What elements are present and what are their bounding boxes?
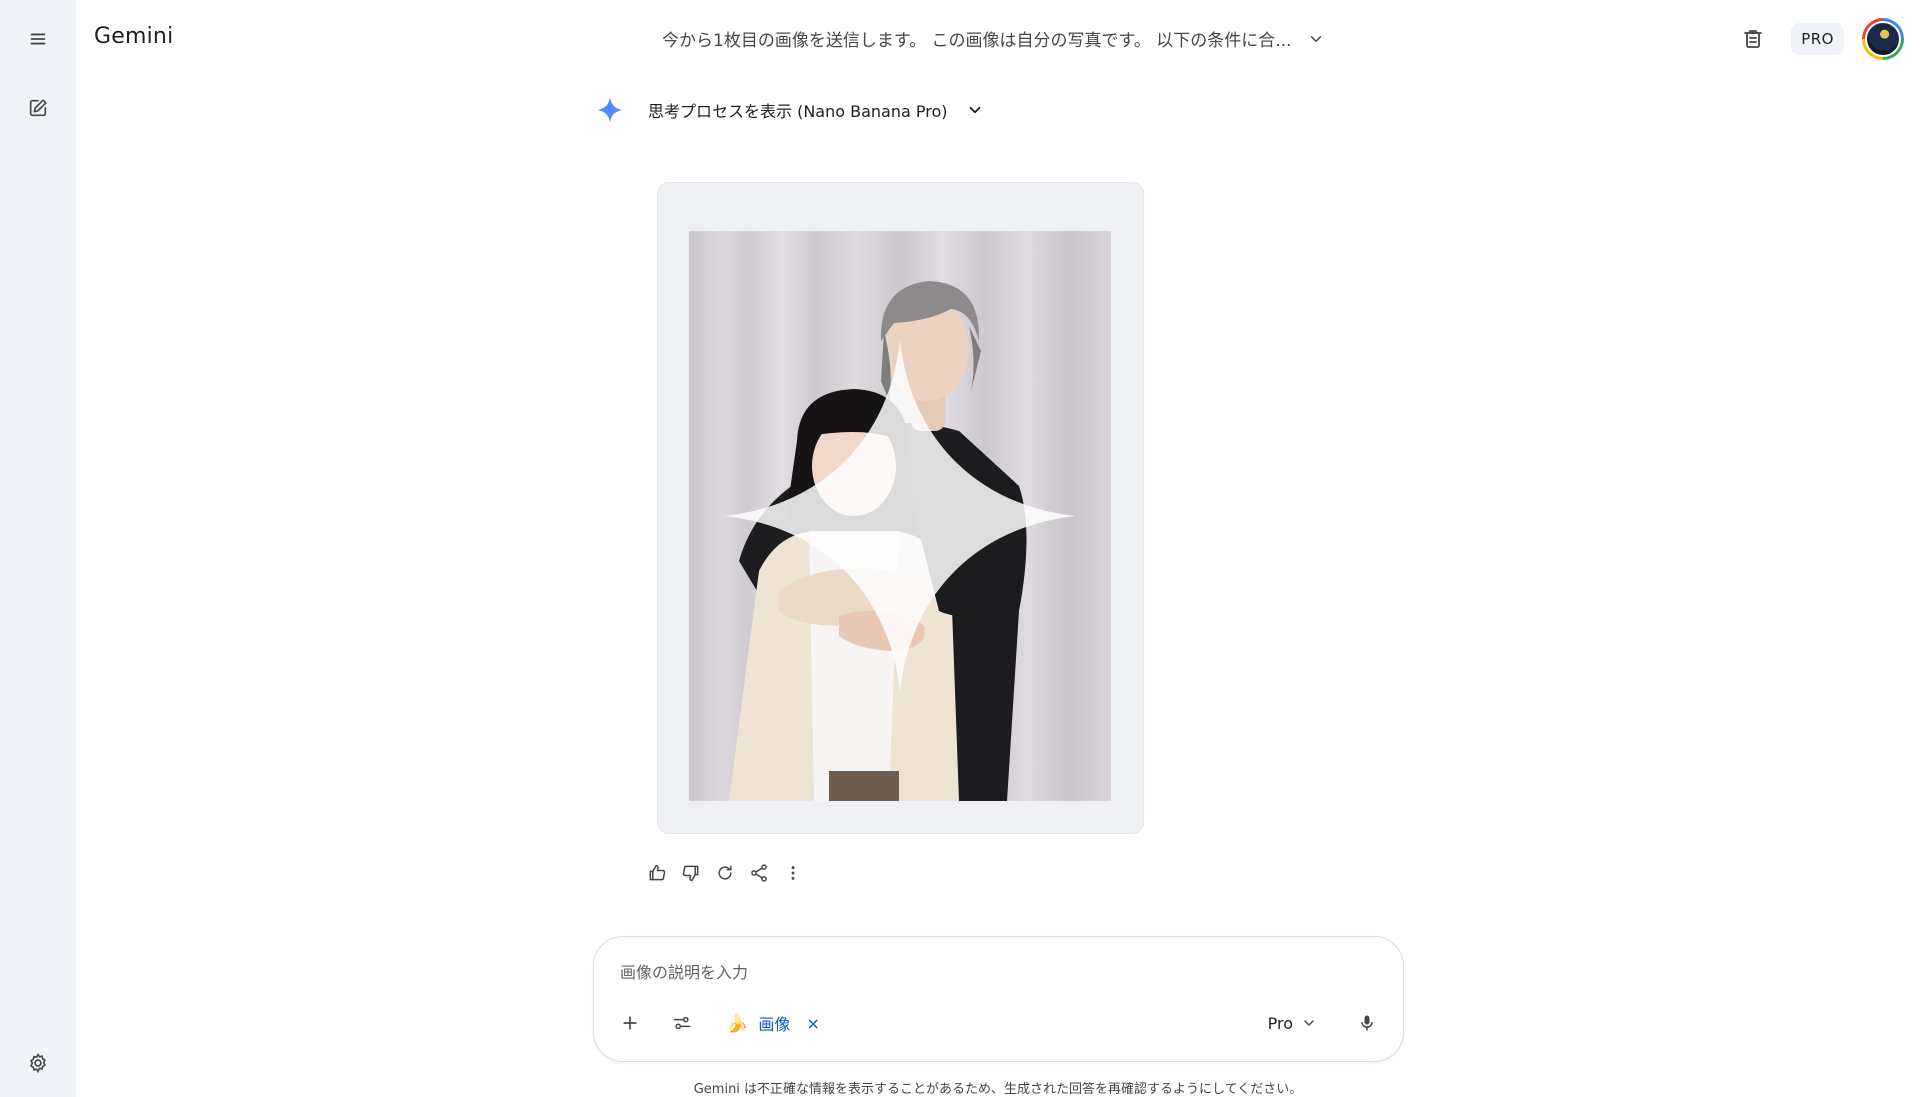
prompt-toolbar: 🍌 画像 × Pro [612, 1005, 1385, 1041]
thinking-label: 思考プロセスを表示 (Nano Banana Pro) [648, 102, 948, 121]
trash-icon [1744, 30, 1763, 48]
plus-icon [623, 1016, 637, 1030]
delete-chat-button[interactable] [1733, 19, 1773, 59]
top-bar: Gemini 今から1枚目の画像を送信します。 この画像は自分の写真です。 以下… [76, 0, 1920, 78]
good-response-button[interactable] [646, 862, 668, 884]
gemini-spark-icon [597, 97, 623, 123]
bad-response-button[interactable] [680, 862, 702, 884]
prompt-box: 🍌 画像 × Pro [593, 936, 1404, 1062]
remove-tool-button[interactable]: × [806, 1014, 819, 1033]
plan-badge: PRO [1791, 23, 1844, 55]
mic-icon [1361, 1015, 1373, 1031]
prompt-input[interactable] [620, 959, 1360, 985]
disclaimer-text: Gemini は不正確な情報を表示することがあるため、生成された回答を再確認する… [693, 1082, 1303, 1097]
chevron-down-icon [1311, 35, 1322, 42]
chevron-down-icon [969, 106, 980, 114]
side-rail [0, 0, 76, 1097]
main-menu-button[interactable] [18, 19, 58, 59]
more-options-button[interactable] [782, 862, 804, 884]
settings-button[interactable] [18, 1043, 58, 1083]
regenerate-button[interactable] [714, 862, 736, 884]
show-thinking-toggle[interactable]: 思考プロセスを表示 (Nano Banana Pro) [596, 96, 984, 124]
generated-image-card[interactable] [657, 182, 1144, 834]
more-vert-icon [791, 866, 795, 880]
edit-icon [29, 99, 47, 117]
gemini-app: Gemini 今から1枚目の画像を送信します。 この画像は自分の写真です。 以下… [0, 0, 1920, 1097]
avatar-image [1865, 21, 1901, 57]
tools-button[interactable] [664, 1005, 700, 1041]
image-tool-chip[interactable]: 🍌 画像 × [716, 1005, 830, 1041]
chevron-down-icon [1304, 1020, 1314, 1026]
response-actions [646, 862, 804, 884]
menu-icon [30, 33, 46, 45]
new-chat-button[interactable] [18, 88, 58, 128]
thumb-up-icon [649, 864, 666, 881]
share-icon [751, 864, 767, 882]
share-button[interactable] [748, 862, 770, 884]
add-attachment-button[interactable] [612, 1005, 648, 1041]
account-avatar[interactable] [1862, 18, 1904, 60]
ai-watermark-icon [724, 340, 1076, 692]
app-brand[interactable]: Gemini [94, 24, 173, 49]
refresh-icon [718, 865, 732, 880]
model-selector[interactable]: Pro [1258, 1005, 1327, 1041]
conversation-title-dropdown[interactable]: 今から1枚目の画像を送信します。 この画像は自分の写真です。 以下の条件に合..… [662, 26, 1325, 51]
model-label: Pro [1267, 1013, 1293, 1033]
generated-photo [689, 231, 1111, 801]
top-right-controls: PRO [1733, 18, 1904, 60]
tune-icon [673, 1016, 691, 1030]
gear-icon [30, 1052, 46, 1074]
microphone-button[interactable] [1349, 1005, 1385, 1041]
image-tool-label: 画像 [758, 1015, 791, 1034]
conversation-title: 今から1枚目の画像を送信します。 この画像は自分の写真です。 以下の条件に合..… [662, 31, 1292, 51]
banana-icon: 🍌 [726, 1012, 749, 1034]
thumb-down-icon [682, 865, 699, 882]
